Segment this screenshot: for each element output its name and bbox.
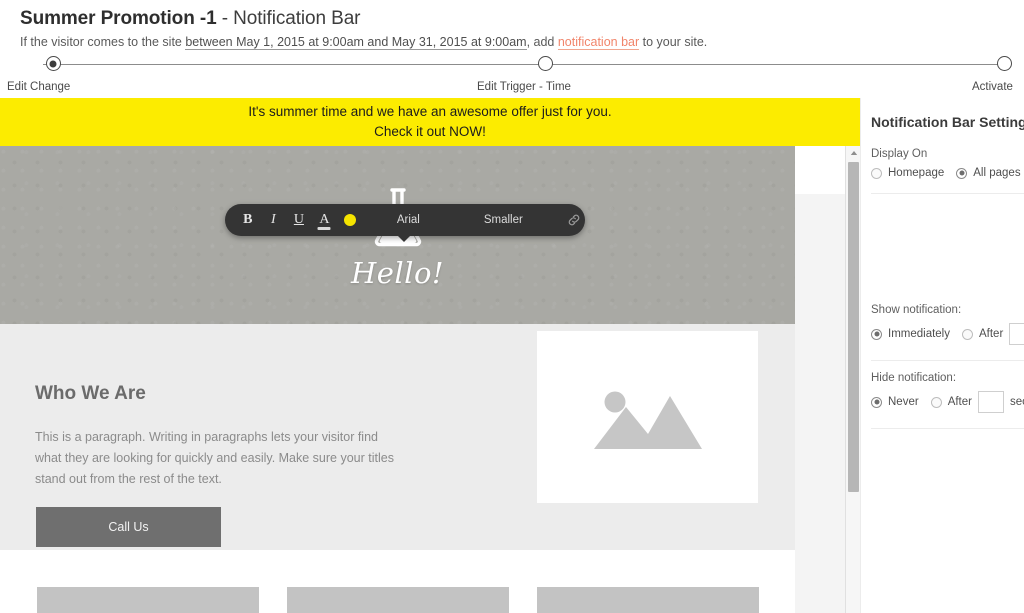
about-heading: Who We Are — [35, 383, 146, 404]
stepper-step-activate[interactable]: Activate — [972, 56, 1013, 93]
show-notification-options: Immediately After — [871, 323, 1024, 345]
card-placeholder-1[interactable] — [37, 587, 259, 613]
about-section: Who We Are This is a paragraph. Writing … — [0, 324, 795, 550]
underline-button[interactable]: U — [286, 204, 312, 236]
setting-hide-notification: Hide notification: Never After seconds — [871, 372, 1024, 413]
progress-stepper: Edit Change Edit Trigger - Time Activate — [0, 56, 1024, 96]
stepper-step-edit-change[interactable]: Edit Change — [7, 56, 70, 93]
about-image-placeholder[interactable] — [537, 331, 758, 503]
page-header: Summer Promotion -1 - Notification Bar I… — [0, 0, 1024, 98]
setting-show-notification: Show notification: Immediately After — [871, 304, 1024, 345]
radio-show-immediately[interactable] — [871, 328, 882, 340]
website-canvas: Hello! B I U A Arial Smaller Who We Are … — [0, 146, 845, 613]
notification-bar-line-2: Check it out NOW! — [374, 124, 486, 139]
chevron-up-icon[interactable] — [846, 146, 861, 160]
card-placeholder-2[interactable] — [287, 587, 509, 613]
page-title-suffix: - Notification Bar — [216, 8, 361, 29]
radio-homepage[interactable] — [871, 167, 882, 179]
preview-scrollbar[interactable] — [845, 146, 861, 613]
radio-hide-after[interactable] — [930, 396, 942, 408]
text-color-button[interactable]: A — [312, 204, 338, 236]
display-on-options: Homepage All pages — [871, 167, 1024, 179]
color-swatch-button[interactable] — [337, 204, 363, 236]
site-preview-area: It's summer time and we have an awesome … — [0, 98, 860, 613]
display-on-label: Display On — [871, 148, 928, 160]
show-notification-label: Show notification: — [871, 304, 962, 316]
show-after-seconds-input[interactable] — [1009, 323, 1024, 345]
hide-after-unit-label: seconds — [1009, 396, 1024, 408]
stepper-dot-inactive — [537, 56, 553, 71]
label-hide-never: Never — [888, 396, 919, 408]
settings-divider — [871, 360, 1024, 361]
settings-divider — [871, 428, 1024, 429]
settings-divider — [871, 193, 1024, 194]
canvas-right-gutter — [795, 194, 845, 613]
image-placeholder-icon — [593, 391, 702, 449]
radio-hide-never[interactable] — [871, 396, 882, 408]
setting-display-on: Display On Homepage All pages — [871, 148, 1024, 179]
stepper-dot-active — [45, 56, 61, 71]
label-show-after: After — [979, 328, 1004, 340]
stepper-step-edit-trigger[interactable]: Edit Trigger - Time — [477, 56, 571, 93]
trigger-date-range-link[interactable]: between May 1, 2015 at 9:00am and May 31… — [185, 35, 527, 50]
hide-notification-label: Hide notification: — [871, 372, 957, 384]
website-content: Hello! B I U A Arial Smaller Who We Are … — [0, 146, 795, 613]
subtitle-suffix: to your site. — [639, 35, 708, 49]
stepper-label-activate: Activate — [972, 81, 1013, 93]
card-placeholder-3[interactable] — [537, 587, 759, 613]
hide-after-seconds-input[interactable] — [977, 391, 1004, 413]
radio-all-pages[interactable] — [956, 167, 968, 179]
hero-heading: Hello! — [350, 256, 445, 290]
notification-bar-settings-panel: Notification Bar Settings Display On Hom… — [860, 98, 1024, 613]
radio-show-after[interactable] — [962, 328, 973, 340]
notification-bar-link[interactable]: notification bar — [557, 35, 640, 50]
hero-section: Hello! B I U A Arial Smaller — [0, 146, 795, 324]
page-subtitle: If the visitor comes to the site between… — [20, 35, 708, 50]
link-icon[interactable] — [563, 204, 585, 236]
subtitle-prefix: If the visitor comes to the site — [20, 35, 186, 49]
label-hide-after: After — [947, 396, 972, 408]
stepper-label-edit-trigger: Edit Trigger - Time — [477, 81, 571, 93]
font-family-dropdown[interactable]: Arial — [391, 204, 426, 236]
label-show-immediately: Immediately — [888, 328, 950, 340]
bold-button[interactable]: B — [235, 204, 261, 236]
page-title-name: Summer Promotion -1 — [20, 8, 217, 29]
cards-section — [0, 550, 795, 613]
color-swatch-dot — [344, 214, 357, 226]
settings-panel-title: Notification Bar Settings — [871, 114, 1024, 130]
notification-bar-preview[interactable]: It's summer time and we have an awesome … — [0, 98, 860, 146]
stepper-label-edit-change: Edit Change — [7, 81, 71, 93]
text-editor-toolbar[interactable]: B I U A Arial Smaller — [225, 204, 585, 242]
notification-bar-line-1: It's summer time and we have an awesome … — [248, 104, 612, 119]
text-color-letter: A — [319, 212, 330, 227]
italic-button[interactable]: I — [261, 204, 287, 236]
subtitle-middle: , add — [526, 35, 558, 49]
page-title: Summer Promotion -1 - Notification Bar — [20, 8, 361, 30]
label-all-pages: All pages — [973, 167, 1021, 179]
call-us-button[interactable]: Call Us — [36, 507, 221, 547]
text-color-underline-bar — [317, 227, 331, 230]
font-size-dropdown[interactable]: Smaller — [478, 204, 529, 236]
scrollbar-thumb[interactable] — [848, 162, 859, 492]
label-homepage: Homepage — [888, 167, 945, 179]
hide-notification-options: Never After seconds — [871, 391, 1024, 413]
about-paragraph: This is a paragraph. Writing in paragrap… — [35, 430, 394, 486]
stepper-dot-inactive — [997, 56, 1013, 71]
